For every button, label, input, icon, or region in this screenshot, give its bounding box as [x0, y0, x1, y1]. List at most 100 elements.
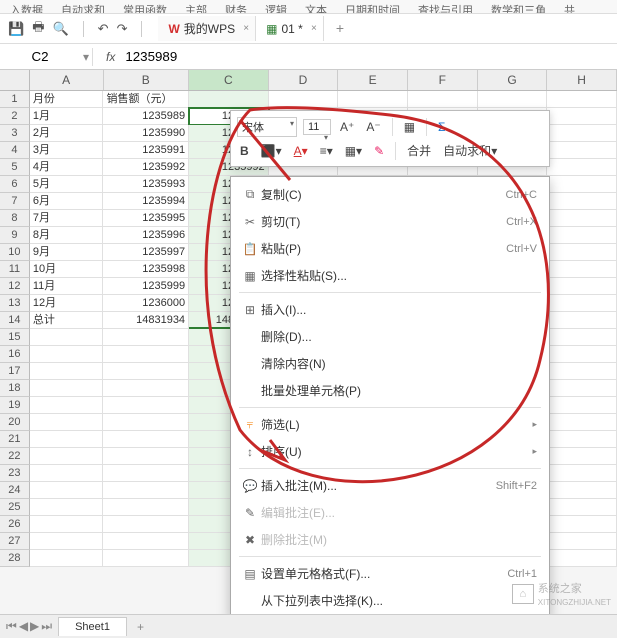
cell[interactable]	[30, 550, 104, 567]
col-header[interactable]: B	[104, 70, 190, 90]
row-header[interactable]: 4	[0, 142, 30, 159]
cell[interactable]	[30, 448, 104, 465]
row-header[interactable]: 7	[0, 193, 30, 210]
row-header[interactable]: 10	[0, 244, 30, 261]
bold-button[interactable]: B	[237, 143, 252, 159]
cell[interactable]	[103, 414, 189, 431]
cell[interactable]	[547, 329, 617, 346]
cell[interactable]	[408, 91, 478, 108]
menu-cut[interactable]: ✂ 剪切(T) Ctrl+X	[231, 208, 549, 235]
font-size-select[interactable]: 11	[303, 119, 331, 135]
cell[interactable]	[547, 159, 617, 176]
cell[interactable]	[547, 448, 617, 465]
cell[interactable]: 3月	[30, 142, 104, 159]
row-header[interactable]: 5	[0, 159, 30, 176]
menu-format-cells[interactable]: ▤ 设置单元格格式(F)... Ctrl+1	[231, 560, 549, 587]
cell[interactable]	[103, 516, 189, 533]
col-header[interactable]: H	[547, 70, 617, 90]
ribbon-tab[interactable]: 入数据	[10, 2, 43, 14]
cell[interactable]: 7月	[30, 210, 104, 227]
row-header[interactable]: 27	[0, 533, 30, 550]
row-header[interactable]: 2	[0, 108, 30, 125]
cell[interactable]	[547, 363, 617, 380]
borders-icon[interactable]: ▦▾	[342, 143, 365, 159]
font-color-icon[interactable]: A▾	[291, 143, 311, 159]
ribbon-tab[interactable]: 日期和时间	[345, 2, 400, 14]
redo-icon[interactable]: ↷	[117, 21, 128, 37]
menu-sort[interactable]: ↕ 排序(U) ▸	[231, 438, 549, 465]
row-header[interactable]: 25	[0, 499, 30, 516]
add-sheet-button[interactable]: +	[127, 617, 154, 637]
cell[interactable]: 1235994	[103, 193, 189, 210]
cell[interactable]	[547, 108, 617, 125]
cell[interactable]: 2月	[30, 125, 104, 142]
row-header[interactable]: 21	[0, 431, 30, 448]
cell[interactable]	[547, 346, 617, 363]
cell[interactable]: 1235989	[103, 108, 189, 125]
doc-tab-01[interactable]: ▦ 01 * ×	[256, 16, 324, 41]
menu-dropdown-select[interactable]: 从下拉列表中选择(K)...	[231, 587, 549, 614]
row-header[interactable]: 18	[0, 380, 30, 397]
row-header[interactable]: 24	[0, 482, 30, 499]
row-header[interactable]: 6	[0, 176, 30, 193]
sheet-nav-prev-icon[interactable]: ◀	[19, 619, 28, 634]
cell[interactable]	[30, 465, 104, 482]
menu-delete[interactable]: 删除(D)...	[231, 323, 549, 350]
select-all-corner[interactable]	[0, 70, 30, 90]
cell[interactable]	[103, 550, 189, 567]
cell[interactable]: 10月	[30, 261, 104, 278]
ribbon-tab[interactable]: 财务	[225, 2, 247, 14]
row-header[interactable]: 28	[0, 550, 30, 567]
merge-button[interactable]: 合并	[404, 141, 434, 160]
increase-font-icon[interactable]: A⁺	[337, 119, 357, 135]
cell[interactable]	[30, 499, 104, 516]
doc-tab-wps[interactable]: W 我的WPS ×	[158, 16, 256, 41]
row-header[interactable]: 13	[0, 295, 30, 312]
cell[interactable]	[30, 516, 104, 533]
cell[interactable]	[103, 448, 189, 465]
col-header[interactable]: G	[478, 70, 548, 90]
cell[interactable]	[30, 482, 104, 499]
close-icon[interactable]: ×	[311, 23, 317, 34]
cell[interactable]	[547, 176, 617, 193]
cell[interactable]	[547, 210, 617, 227]
cell[interactable]	[547, 431, 617, 448]
cell[interactable]	[547, 397, 617, 414]
row-header[interactable]: 3	[0, 125, 30, 142]
cell[interactable]: 1235996	[103, 227, 189, 244]
cell[interactable]	[30, 346, 104, 363]
cell[interactable]: 1235998	[103, 261, 189, 278]
decrease-font-icon[interactable]: A⁻	[363, 119, 383, 135]
font-select[interactable]: 宋体	[237, 117, 297, 137]
cell[interactable]	[547, 193, 617, 210]
cell[interactable]	[30, 329, 104, 346]
sheet-nav-last-icon[interactable]: ⏭	[41, 619, 52, 634]
cell[interactable]: 1235992	[103, 159, 189, 176]
menu-edit-comment[interactable]: ✎ 编辑批注(E)...	[231, 499, 549, 526]
dropdown-icon[interactable]: ▾	[80, 50, 92, 64]
cell[interactable]	[30, 397, 104, 414]
cell[interactable]	[547, 516, 617, 533]
name-box[interactable]	[0, 45, 80, 68]
cell[interactable]	[103, 363, 189, 380]
cell[interactable]: 11月	[30, 278, 104, 295]
cell[interactable]	[547, 499, 617, 516]
row-header[interactable]: 8	[0, 210, 30, 227]
cell[interactable]	[547, 533, 617, 550]
cell[interactable]	[30, 533, 104, 550]
save-icon[interactable]: 💾	[8, 21, 24, 37]
col-header[interactable]: A	[30, 70, 104, 90]
cell[interactable]	[547, 125, 617, 142]
print-icon[interactable]: 🖶	[32, 18, 44, 40]
cell[interactable]: 销售额（元）	[103, 91, 189, 108]
fx-icon[interactable]: fx	[104, 50, 121, 64]
cell[interactable]	[103, 431, 189, 448]
cell[interactable]: 1235995	[103, 210, 189, 227]
cell[interactable]	[547, 244, 617, 261]
cell[interactable]	[103, 533, 189, 550]
undo-icon[interactable]: ↶	[98, 21, 109, 37]
menu-filter[interactable]: ⫧ 筛选(L) ▸	[231, 411, 549, 438]
cell[interactable]: 总计	[30, 312, 104, 329]
row-header[interactable]: 15	[0, 329, 30, 346]
cell[interactable]: 8月	[30, 227, 104, 244]
